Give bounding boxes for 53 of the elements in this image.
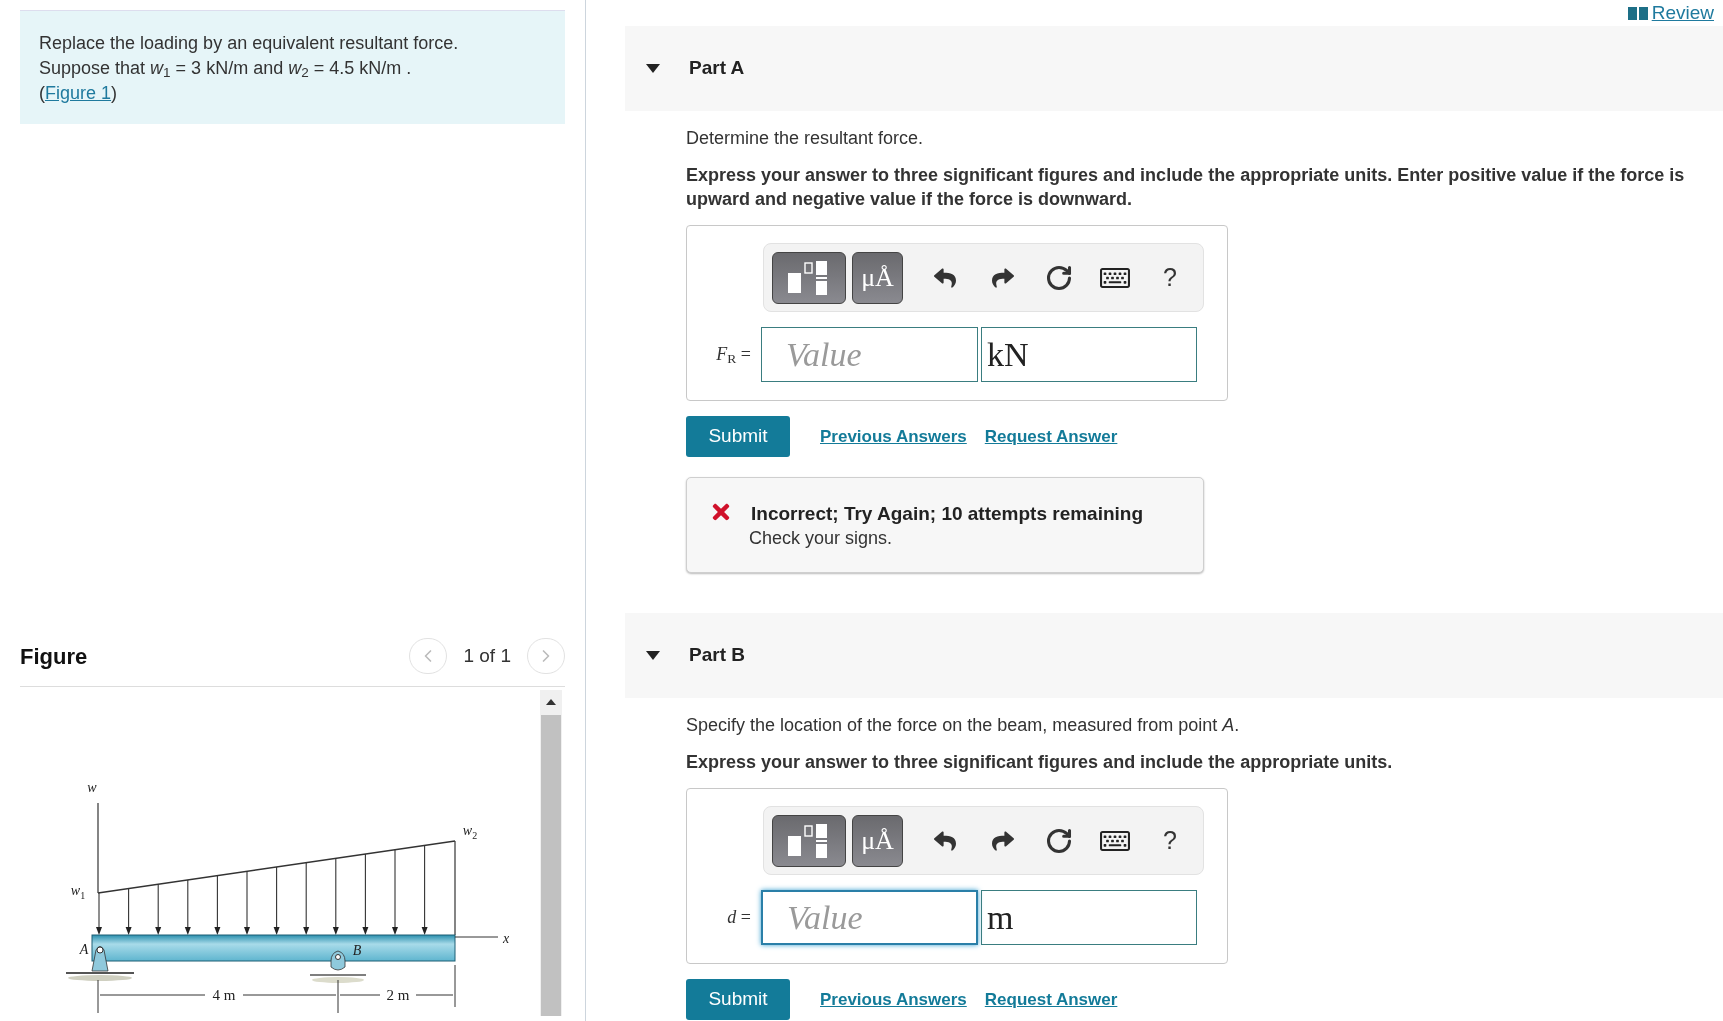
reset-icon [1045,263,1073,292]
part-header[interactable]: Part A [625,26,1723,111]
previous-answers-link[interactable]: Previous Answers [820,423,967,450]
load-label: w$_{1}$ [70,883,86,901]
symbols-button[interactable]: μÅ [852,814,903,867]
question-prompt: Specify the location of the force on the beam, measured from point A. [686,714,1240,737]
dimension-label: 2 m [386,987,410,1003]
problem-condition: Suppose that w$_{1}$ = 3 kN/m and w$_{2}$ = 4.5 kN/m . [39,57,413,81]
figure-reference: (Figure 1) [39,82,119,105]
help-button[interactable]: ? [1155,820,1185,861]
templates-button[interactable] [772,251,846,304]
feedback-message: Check your signs. [749,527,894,550]
help-button[interactable]: ? [1155,257,1185,298]
figure-link[interactable]: Figure 1 [45,83,112,103]
dimension-label: 4 m [212,987,236,1003]
value-input[interactable]: Value [761,327,978,382]
variable-label: d = [726,906,752,929]
figure-title: Figure [20,643,88,671]
undo-icon [934,829,956,852]
point-label: B [352,943,362,958]
variable-label: F$_{R}$ = [715,343,752,368]
part-title: Part A [689,56,745,81]
request-answer-link[interactable]: Request Answer [984,423,1118,450]
scroll-up-icon [546,699,556,705]
value-input[interactable]: Value [761,890,978,945]
reset-icon [1045,826,1073,855]
undo-icon [934,266,956,289]
previous-answers-link[interactable]: Previous Answers [820,986,967,1013]
feedback-heading: Incorrect; Try Again; 10 attempts remaining [751,502,1144,526]
redo-icon [992,829,1014,852]
request-answer-link[interactable]: Request Answer [984,986,1118,1013]
redo-icon [992,266,1014,289]
submit-button[interactable]: Submit [686,416,790,457]
scrollbar-thumb[interactable] [541,715,561,1016]
unit-input[interactable]: kN [981,327,1197,382]
review-link[interactable]: Review [1627,0,1714,28]
problem-sentence: Replace the loading by an equivalent resultant force. [39,32,460,55]
load-label: w$_{2}$ [462,823,478,841]
answer-instructions: Express your answer to three significant figures and include the appropriate units. Enter positive value if the force is upward and negative value if the force is downward. [686,164,1686,211]
question-prompt: Determine the resultant force. [686,127,924,150]
point-label: A [79,942,89,957]
axis-label: w [87,780,97,795]
figure-pager: 1 of 1 [463,643,511,668]
unit-input[interactable]: m [981,890,1197,945]
axis-label: x [502,931,510,946]
templates-button[interactable] [772,814,846,867]
symbols-button[interactable]: μÅ [852,251,903,304]
book-icon [1627,6,1648,20]
submit-button[interactable]: Submit [686,979,790,1020]
scrollbar[interactable] [540,690,562,1016]
part-header[interactable]: Part B [625,613,1723,698]
part-title: Part B [689,643,745,668]
answer-instructions: Express your answer to three significant figures and include the appropriate units. [686,751,1393,774]
